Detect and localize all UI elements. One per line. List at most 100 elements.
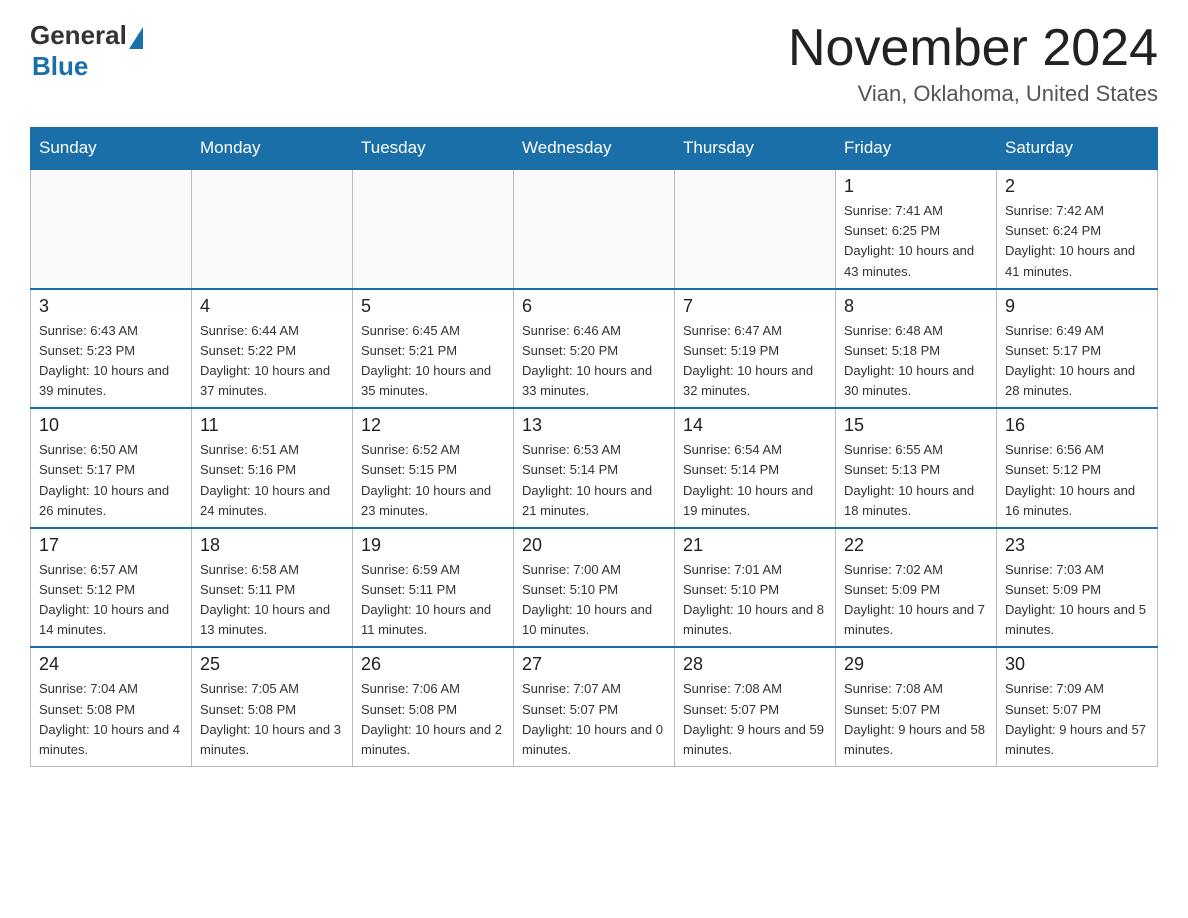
day-number: 13 <box>522 415 666 436</box>
day-info: Sunrise: 6:49 AMSunset: 5:17 PMDaylight:… <box>1005 321 1149 402</box>
day-number: 19 <box>361 535 505 556</box>
calendar-cell <box>514 169 675 289</box>
day-info: Sunrise: 6:48 AMSunset: 5:18 PMDaylight:… <box>844 321 988 402</box>
page-header: General Blue November 2024 Vian, Oklahom… <box>30 20 1158 107</box>
week-row: 3 Sunrise: 6:43 AMSunset: 5:23 PMDaylight… <box>31 289 1158 409</box>
day-number: 18 <box>200 535 344 556</box>
day-number: 4 <box>200 296 344 317</box>
day-number: 14 <box>683 415 827 436</box>
day-number: 10 <box>39 415 183 436</box>
calendar-day-header: Saturday <box>997 128 1158 170</box>
day-number: 9 <box>1005 296 1149 317</box>
day-info: Sunrise: 6:51 AMSunset: 5:16 PMDaylight:… <box>200 440 344 521</box>
calendar-cell: 22 Sunrise: 7:02 AMSunset: 5:09 PMDayligh… <box>836 528 997 648</box>
day-info: Sunrise: 6:59 AMSunset: 5:11 PMDaylight:… <box>361 560 505 641</box>
calendar-cell: 16Sunrise: 6:56 AMSunset: 5:12 PMDayligh… <box>997 408 1158 528</box>
day-number: 22 <box>844 535 988 556</box>
day-info: Sunrise: 6:45 AMSunset: 5:21 PMDaylight:… <box>361 321 505 402</box>
logo-triangle-icon <box>129 27 143 49</box>
day-info: Sunrise: 6:52 AMSunset: 5:15 PMDaylight:… <box>361 440 505 521</box>
day-number: 28 <box>683 654 827 675</box>
day-info: Sunrise: 6:47 AMSunset: 5:19 PMDaylight:… <box>683 321 827 402</box>
day-info: Sunrise: 6:44 AMSunset: 5:22 PMDaylight:… <box>200 321 344 402</box>
day-info: Sunrise: 6:50 AMSunset: 5:17 PMDaylight:… <box>39 440 183 521</box>
day-info: Sunrise: 7:02 AMSunset: 5:09 PMDaylight:… <box>844 560 988 641</box>
day-info: Sunrise: 7:06 AMSunset: 5:08 PMDaylight:… <box>361 679 505 760</box>
calendar-cell: 10 Sunrise: 6:50 AMSunset: 5:17 PMDayligh… <box>31 408 192 528</box>
logo: General Blue <box>30 20 143 82</box>
day-info: Sunrise: 7:08 AMSunset: 5:07 PMDaylight:… <box>683 679 827 760</box>
day-info: Sunrise: 6:56 AMSunset: 5:12 PMDaylight:… <box>1005 440 1149 521</box>
day-number: 12 <box>361 415 505 436</box>
day-number: 15 <box>844 415 988 436</box>
day-number: 7 <box>683 296 827 317</box>
calendar-cell <box>353 169 514 289</box>
day-number: 30 <box>1005 654 1149 675</box>
week-row: 17 Sunrise: 6:57 AMSunset: 5:12 PMDayligh… <box>31 528 1158 648</box>
day-number: 8 <box>844 296 988 317</box>
day-number: 17 <box>39 535 183 556</box>
calendar-day-header: Wednesday <box>514 128 675 170</box>
day-info: Sunrise: 7:07 AMSunset: 5:07 PMDaylight:… <box>522 679 666 760</box>
month-title: November 2024 <box>788 20 1158 77</box>
day-info: Sunrise: 7:05 AMSunset: 5:08 PMDaylight:… <box>200 679 344 760</box>
day-number: 25 <box>200 654 344 675</box>
day-info: Sunrise: 6:53 AMSunset: 5:14 PMDaylight:… <box>522 440 666 521</box>
calendar-day-header: Tuesday <box>353 128 514 170</box>
calendar-cell <box>675 169 836 289</box>
calendar-cell: 26 Sunrise: 7:06 AMSunset: 5:08 PMDayligh… <box>353 647 514 766</box>
calendar-cell: 8 Sunrise: 6:48 AMSunset: 5:18 PMDaylight… <box>836 289 997 409</box>
calendar-cell <box>192 169 353 289</box>
day-info: Sunrise: 6:55 AMSunset: 5:13 PMDaylight:… <box>844 440 988 521</box>
day-info: Sunrise: 6:43 AMSunset: 5:23 PMDaylight:… <box>39 321 183 402</box>
calendar-cell: 15 Sunrise: 6:55 AMSunset: 5:13 PMDayligh… <box>836 408 997 528</box>
calendar-day-header: Monday <box>192 128 353 170</box>
day-info: Sunrise: 6:46 AMSunset: 5:20 PMDaylight:… <box>522 321 666 402</box>
day-info: Sunrise: 6:54 AMSunset: 5:14 PMDaylight:… <box>683 440 827 521</box>
calendar-cell: 1Sunrise: 7:41 AMSunset: 6:25 PMDaylight… <box>836 169 997 289</box>
day-number: 5 <box>361 296 505 317</box>
day-number: 3 <box>39 296 183 317</box>
day-number: 1 <box>844 176 988 197</box>
calendar-cell: 18 Sunrise: 6:58 AMSunset: 5:11 PMDayligh… <box>192 528 353 648</box>
calendar-cell: 25 Sunrise: 7:05 AMSunset: 5:08 PMDayligh… <box>192 647 353 766</box>
week-row: 1Sunrise: 7:41 AMSunset: 6:25 PMDaylight… <box>31 169 1158 289</box>
calendar-cell: 27Sunrise: 7:07 AMSunset: 5:07 PMDayligh… <box>514 647 675 766</box>
day-number: 26 <box>361 654 505 675</box>
title-section: November 2024 Vian, Oklahoma, United Sta… <box>788 20 1158 107</box>
logo-general-text: General <box>30 20 127 51</box>
calendar-cell: 19 Sunrise: 6:59 AMSunset: 5:11 PMDayligh… <box>353 528 514 648</box>
day-number: 11 <box>200 415 344 436</box>
calendar-cell: 14 Sunrise: 6:54 AMSunset: 5:14 PMDayligh… <box>675 408 836 528</box>
calendar-day-header: Thursday <box>675 128 836 170</box>
calendar-cell: 5 Sunrise: 6:45 AMSunset: 5:21 PMDaylight… <box>353 289 514 409</box>
calendar-cell: 13 Sunrise: 6:53 AMSunset: 5:14 PMDayligh… <box>514 408 675 528</box>
calendar-cell: 3 Sunrise: 6:43 AMSunset: 5:23 PMDaylight… <box>31 289 192 409</box>
calendar-cell: 21 Sunrise: 7:01 AMSunset: 5:10 PMDayligh… <box>675 528 836 648</box>
calendar-cell: 17 Sunrise: 6:57 AMSunset: 5:12 PMDayligh… <box>31 528 192 648</box>
calendar-cell: 12 Sunrise: 6:52 AMSunset: 5:15 PMDayligh… <box>353 408 514 528</box>
day-number: 2 <box>1005 176 1149 197</box>
calendar-cell: 20Sunrise: 7:00 AMSunset: 5:10 PMDayligh… <box>514 528 675 648</box>
day-info: Sunrise: 6:58 AMSunset: 5:11 PMDaylight:… <box>200 560 344 641</box>
calendar-cell: 28 Sunrise: 7:08 AMSunset: 5:07 PMDayligh… <box>675 647 836 766</box>
day-number: 21 <box>683 535 827 556</box>
calendar-cell: 24Sunrise: 7:04 AMSunset: 5:08 PMDayligh… <box>31 647 192 766</box>
calendar-cell <box>31 169 192 289</box>
day-info: Sunrise: 6:57 AMSunset: 5:12 PMDaylight:… <box>39 560 183 641</box>
week-row: 10 Sunrise: 6:50 AMSunset: 5:17 PMDayligh… <box>31 408 1158 528</box>
day-number: 29 <box>844 654 988 675</box>
calendar-cell: 4 Sunrise: 6:44 AMSunset: 5:22 PMDaylight… <box>192 289 353 409</box>
day-number: 24 <box>39 654 183 675</box>
calendar-cell: 11 Sunrise: 6:51 AMSunset: 5:16 PMDayligh… <box>192 408 353 528</box>
calendar-cell: 9 Sunrise: 6:49 AMSunset: 5:17 PMDaylight… <box>997 289 1158 409</box>
location-subtitle: Vian, Oklahoma, United States <box>788 81 1158 107</box>
calendar-cell: 23Sunrise: 7:03 AMSunset: 5:09 PMDayligh… <box>997 528 1158 648</box>
logo-blue-text: Blue <box>32 51 88 82</box>
day-info: Sunrise: 7:42 AMSunset: 6:24 PMDaylight:… <box>1005 201 1149 282</box>
day-info: Sunrise: 7:09 AMSunset: 5:07 PMDaylight:… <box>1005 679 1149 760</box>
calendar-cell: 7 Sunrise: 6:47 AMSunset: 5:19 PMDaylight… <box>675 289 836 409</box>
day-info: Sunrise: 7:01 AMSunset: 5:10 PMDaylight:… <box>683 560 827 641</box>
day-info: Sunrise: 7:00 AMSunset: 5:10 PMDaylight:… <box>522 560 666 641</box>
calendar-header-row: SundayMondayTuesdayWednesdayThursdayFrid… <box>31 128 1158 170</box>
